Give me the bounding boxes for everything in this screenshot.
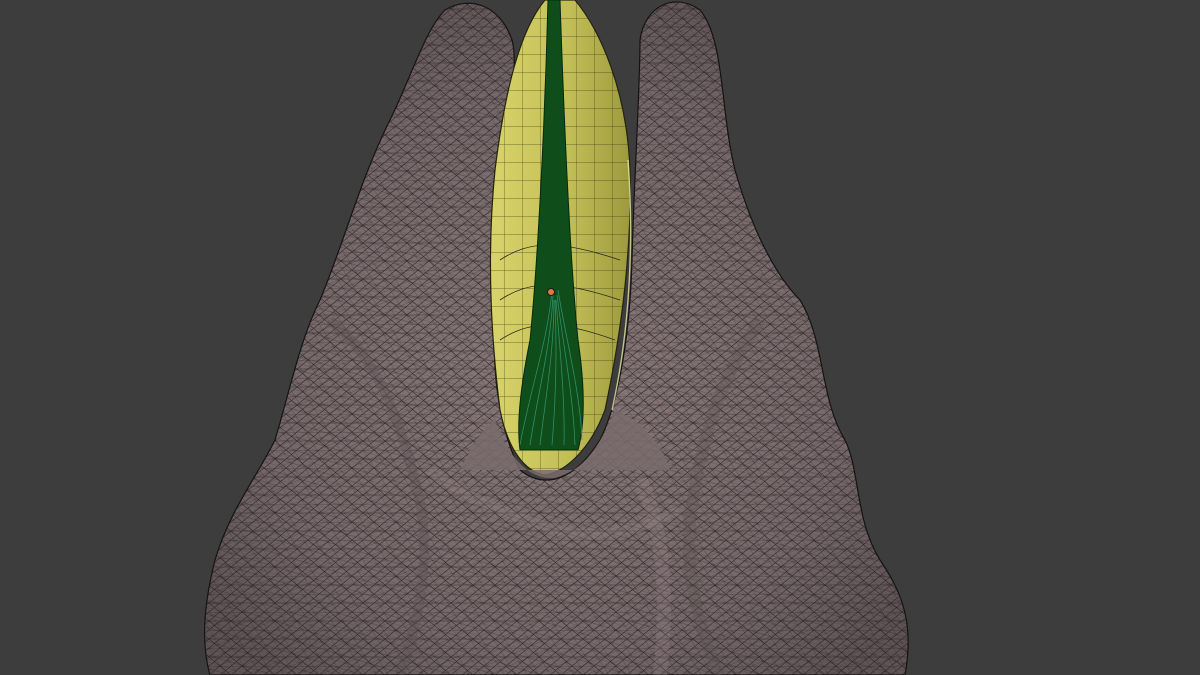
- object-origin-marker[interactable]: [547, 288, 555, 296]
- 3d-viewport[interactable]: [0, 0, 1200, 675]
- 3d-scene[interactable]: [0, 0, 1200, 675]
